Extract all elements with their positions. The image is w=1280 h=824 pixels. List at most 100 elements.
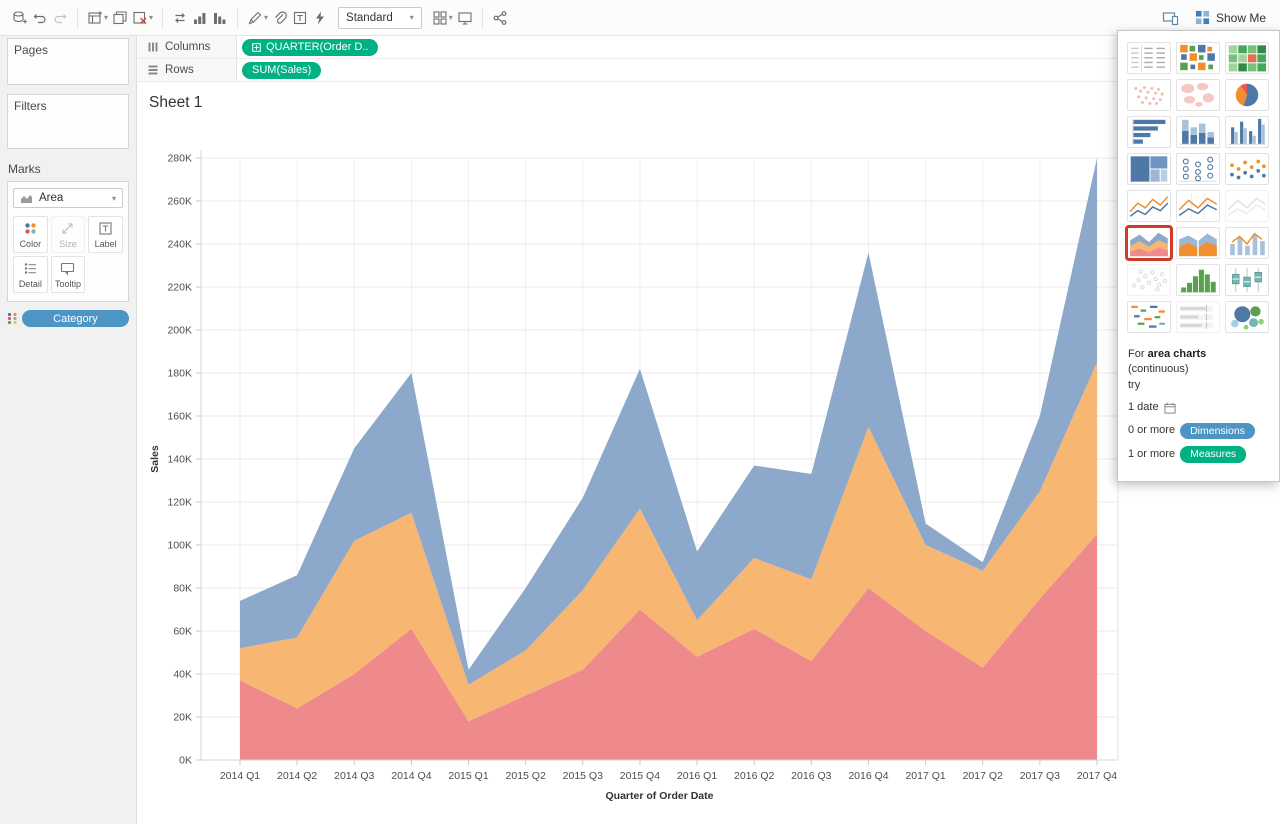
x-axis-title: Quarter of Order Date	[606, 790, 714, 802]
packed-bubbles-icon	[1231, 306, 1264, 330]
showme-thumb-stacked-bars[interactable]	[1176, 116, 1220, 148]
device-preview-button[interactable]	[1160, 5, 1181, 31]
continuous-area-icon	[1130, 232, 1168, 257]
pie-chart-icon	[1235, 83, 1259, 107]
showme-thumb-continuous-lines[interactable]	[1127, 190, 1171, 222]
filters-label: Filters	[14, 99, 47, 113]
columns-field-pill[interactable]: QUARTER(Order D..	[242, 38, 379, 56]
showme-thumb-scatter-plot[interactable]	[1127, 264, 1171, 296]
sort-descending-button[interactable]	[210, 5, 230, 31]
showme-thumb-heat-map[interactable]	[1176, 42, 1220, 74]
show-me-panel: For area charts (continuous) try 1 date …	[1117, 30, 1280, 482]
hint-try: try	[1128, 378, 1141, 391]
showme-thumb-symbol-map[interactable]	[1127, 79, 1171, 111]
rows-field-pill[interactable]: SUM(Sales)	[242, 61, 322, 79]
rows-label: Rows	[165, 64, 194, 76]
bullet-graph-icon	[1180, 305, 1213, 329]
group-members-button[interactable]	[270, 5, 290, 31]
toolbar-divider	[237, 7, 239, 28]
share-icon	[493, 10, 507, 25]
show-me-button[interactable]: Show Me	[1195, 10, 1266, 25]
redo-button[interactable]	[50, 5, 70, 31]
category-pill[interactable]: Category	[22, 310, 129, 327]
showme-thumb-discrete-lines[interactable]	[1176, 190, 1220, 222]
x-tick-label: 2016 Q1	[677, 770, 717, 782]
scatter-plot-icon	[1131, 269, 1168, 292]
sort-ascending-button[interactable]	[190, 5, 210, 31]
toolbar-divider	[481, 7, 483, 28]
showme-thumb-dual-lines[interactable]	[1225, 190, 1269, 222]
x-tick-label: 2017 Q1	[905, 770, 945, 782]
highlight-button[interactable]: ▾	[245, 5, 270, 31]
show-hide-cards-button[interactable]: ▾	[430, 5, 455, 31]
label-label: Label	[94, 239, 117, 249]
x-tick-label: 2014 Q1	[220, 770, 260, 782]
circle-views-icon	[1179, 156, 1217, 182]
showme-thumb-packed-bubbles[interactable]	[1225, 301, 1269, 333]
showme-thumb-highlight-table[interactable]	[1225, 42, 1269, 74]
fit-selector[interactable]: Standard ▾	[338, 6, 422, 29]
side-by-side-bars-icon	[1228, 118, 1266, 145]
gantt-icon	[1131, 305, 1165, 328]
showme-thumb-horizontal-bars[interactable]	[1127, 116, 1171, 148]
showme-thumb-bullet-graph[interactable]	[1176, 301, 1220, 333]
presentation-mode-button[interactable]	[455, 5, 475, 31]
columns-field-label: QUARTER(Order D..	[266, 41, 369, 53]
marks-label: Marks	[8, 162, 41, 176]
color-button[interactable]: Color	[13, 216, 48, 253]
x-tick-label: 2014 Q3	[334, 770, 374, 782]
clear-sheet-button[interactable]: ▾	[130, 5, 155, 31]
size-button[interactable]: Size	[50, 216, 86, 253]
new-worksheet-button[interactable]: ▾	[85, 5, 110, 31]
date-req-text: 1 date	[1128, 401, 1159, 414]
measures-pill[interactable]: Measures	[1180, 446, 1247, 463]
showme-thumb-continuous-area[interactable]	[1125, 225, 1173, 261]
showme-thumb-histogram[interactable]	[1176, 264, 1220, 296]
showme-thumb-pie-chart[interactable]	[1225, 79, 1269, 111]
toolbar-right-group: Show Me	[1160, 5, 1270, 31]
showme-thumb-side-by-side-circles[interactable]	[1225, 153, 1269, 185]
dropdown-caret-icon: ▾	[264, 13, 269, 22]
continuous-lines-icon	[1129, 196, 1169, 217]
new-datasource-button[interactable]	[10, 5, 30, 31]
swap-axes-button[interactable]	[170, 5, 190, 31]
tooltip-button[interactable]: Tooltip	[50, 256, 86, 293]
detail-button[interactable]: Detail	[13, 256, 48, 293]
x-tick-label: 2017 Q2	[963, 770, 1003, 782]
showme-thumb-discrete-area[interactable]	[1176, 227, 1220, 259]
showme-thumb-text-table[interactable]	[1127, 42, 1171, 74]
dimensions-pill[interactable]: Dimensions	[1180, 422, 1255, 440]
undo-button[interactable]	[30, 5, 50, 31]
showme-thumb-box-and-whisker[interactable]	[1225, 264, 1269, 296]
share-button[interactable]	[490, 5, 510, 31]
pages-label: Pages	[14, 43, 49, 57]
horizontal-bars-icon	[1132, 118, 1166, 146]
label-button[interactable]: Label	[88, 216, 123, 253]
showme-thumb-side-by-side-bars[interactable]	[1225, 116, 1269, 148]
fix-axes-button[interactable]	[310, 5, 330, 31]
pages-shelf[interactable]: Pages	[7, 38, 129, 85]
dropdown-caret-icon: ▾	[448, 13, 453, 22]
hint-bold: area charts	[1147, 348, 1207, 360]
y-tick-label: 120K	[167, 497, 192, 509]
showme-thumb-filled-map[interactable]	[1176, 79, 1220, 111]
filters-shelf[interactable]: Filters	[7, 94, 129, 149]
showme-thumb-circle-views[interactable]	[1176, 153, 1220, 185]
new-datasource-icon	[13, 10, 27, 23]
showme-thumb-dual-combination[interactable]	[1225, 227, 1269, 259]
filled-map-icon	[1181, 82, 1214, 107]
side-by-side-circles-icon	[1230, 159, 1266, 180]
x-tick-label: 2016 Q4	[848, 770, 888, 782]
y-tick-label: 100K	[167, 540, 192, 552]
device-preview-icon	[1162, 11, 1179, 25]
x-tick-label: 2017 Q3	[1020, 770, 1060, 782]
toolbar: ▾ ▾ ▾ Standard ▾ ▾ Show Me	[0, 0, 1280, 36]
show-me-hint: For area charts (continuous) try 1 date …	[1127, 338, 1279, 463]
show-mark-labels-button[interactable]	[290, 5, 310, 31]
duplicate-sheet-button[interactable]	[110, 5, 130, 31]
area-chart[interactable]: 0K 20K 40K 60K 80K 100K 120K 140K 160K 180K 200K 22…	[138, 82, 1280, 824]
showme-thumb-treemap[interactable]	[1127, 153, 1171, 185]
mark-type-dropdown[interactable]: Area ▾	[13, 188, 123, 208]
showme-thumb-gantt[interactable]	[1127, 301, 1171, 333]
highlight-table-icon	[1227, 44, 1267, 73]
